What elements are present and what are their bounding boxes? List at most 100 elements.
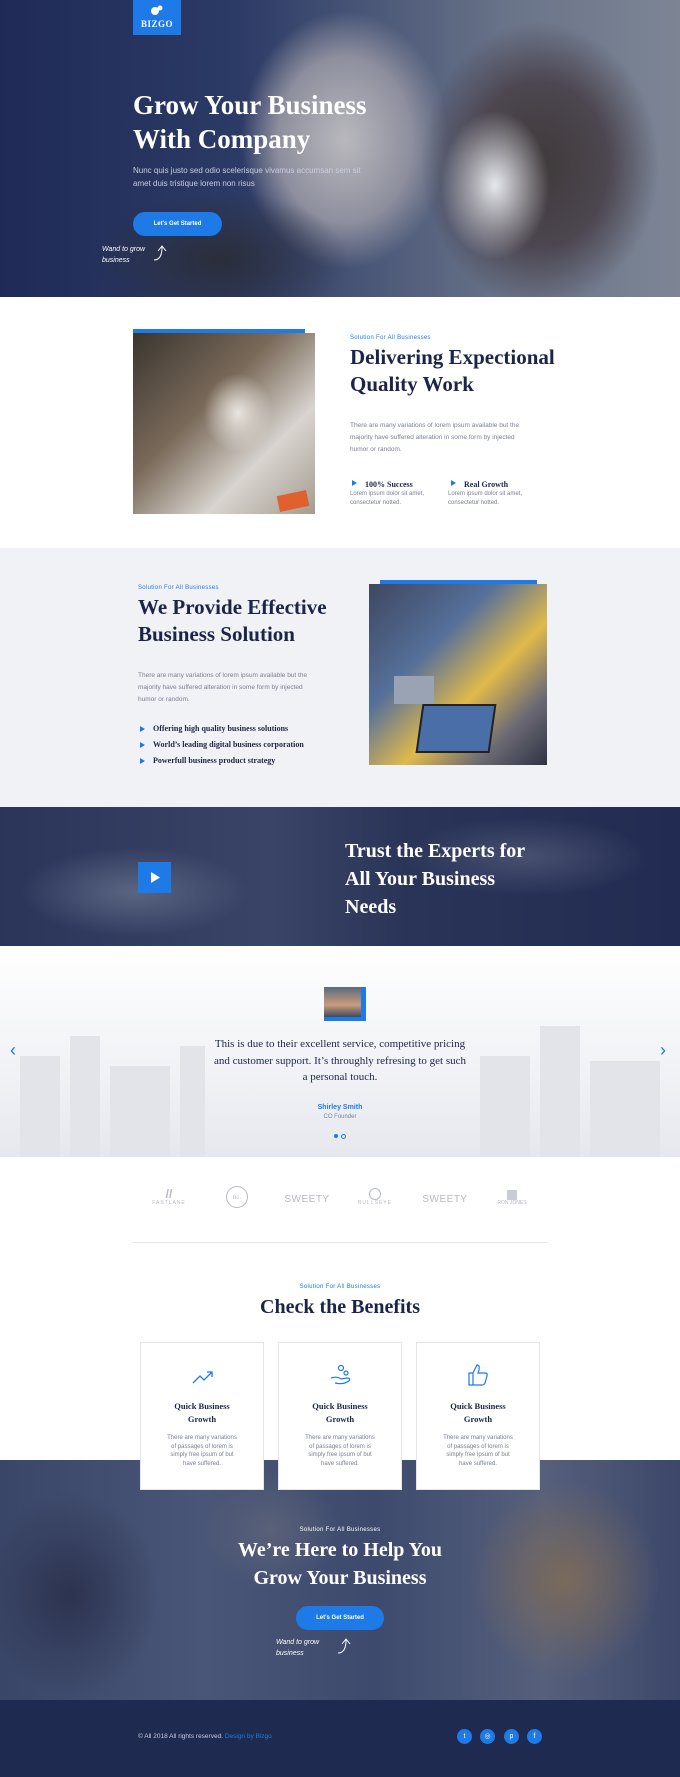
- card-text-line: have suffered.: [321, 1460, 359, 1467]
- card-text-line: of passages of lorem is: [447, 1443, 509, 1450]
- feature-title: 100% Success: [365, 480, 413, 489]
- benefit-card[interactable]: Quick Business Growth There are many vari…: [278, 1342, 402, 1490]
- card-text: There are many variations of passages of …: [297, 1434, 383, 1468]
- copyright-text: © All 2018 All rights reserved.: [138, 1733, 223, 1740]
- prev-testimonial-button[interactable]: ‹: [10, 1040, 16, 1061]
- feature-title: Real Growth: [464, 480, 509, 489]
- curved-arrow-icon: [153, 245, 167, 261]
- benefit-card[interactable]: Quick Business Growth There are many vari…: [140, 1342, 264, 1490]
- testimonial-name: Shirley Smith: [317, 1104, 363, 1111]
- card-title-line: Growth: [325, 1414, 355, 1424]
- card-text-line: There are many variations: [443, 1435, 513, 1441]
- cta-note-line: Wand to grow: [276, 1639, 320, 1646]
- hero-note-line: Wand to grow: [102, 246, 146, 253]
- brand-logo: RON JONES: [492, 1190, 532, 1206]
- brand-name: FASTLANE: [152, 1200, 186, 1206]
- hero-note-line: business: [102, 257, 130, 264]
- solution-title-line: We Provide Effective: [138, 595, 327, 619]
- twitter-icon[interactable]: t: [457, 1729, 472, 1744]
- feature-text: Lorem ipsum dolor sit amet, consectetur …: [350, 490, 424, 508]
- benefits-eyebrow: Solution For All Businesses: [299, 1284, 381, 1290]
- instagram-icon[interactable]: ◎: [480, 1729, 495, 1744]
- solution-paragraph: There are many variations of lorem ipsum…: [138, 670, 348, 706]
- list-item-label: Offering high quality business solutions: [153, 724, 289, 733]
- video-title-line: Trust the Experts for: [345, 840, 526, 862]
- solution-title-line: Business Solution: [138, 622, 295, 646]
- hero-title: Grow Your Business With Company: [133, 88, 393, 156]
- card-title: Quick Business Growth: [279, 1400, 401, 1426]
- cta-note: Wand to grow business: [276, 1637, 319, 1659]
- card-title-line: Quick Business: [312, 1401, 368, 1411]
- brand-name: nc.: [226, 1186, 248, 1208]
- cta-note-line: business: [276, 1650, 304, 1657]
- card-title: Quick Business Growth: [417, 1400, 539, 1426]
- card-text-line: simply free ipsum of but: [170, 1452, 234, 1458]
- hero-note: Wand to grow business: [102, 244, 145, 266]
- feature-text-line: Lorem ipsum dolor sit amet,: [448, 491, 523, 497]
- hero-title-line: Grow Your Business: [133, 90, 367, 120]
- footer: [0, 1700, 680, 1777]
- hero-subtitle-line: amet duis tristique lorem non risus: [133, 179, 255, 188]
- avatar: [324, 987, 361, 1017]
- pinterest-icon[interactable]: p: [504, 1729, 519, 1744]
- card-text-line: have suffered.: [183, 1460, 221, 1467]
- curved-arrow-icon: [337, 1638, 351, 1654]
- brand-logo: // FASTLANE: [144, 1188, 194, 1206]
- triangle-bullet-icon: [451, 479, 456, 486]
- card-title: Quick Business Growth: [141, 1400, 263, 1426]
- testimonial-quote: This is due to their excellent service, …: [150, 1036, 530, 1086]
- paragraph-line: majority have suffered alteration in som…: [138, 684, 303, 691]
- cta-title: We’re Here to Help You Grow Your Busines…: [180, 1536, 500, 1592]
- card-text-line: of passages of lorem is: [171, 1443, 233, 1450]
- cta-title-line: We’re Here to Help You: [237, 1539, 443, 1561]
- benefit-card[interactable]: Quick Business Growth There are many vari…: [416, 1342, 540, 1490]
- cta-get-started-button[interactable]: Let's Get Started: [296, 1606, 384, 1630]
- video-title-line: All Your Business: [345, 868, 496, 890]
- brand-logo: BULLSEYE: [355, 1188, 395, 1206]
- facebook-icon[interactable]: f: [527, 1729, 542, 1744]
- solution-eyebrow: Solution For All Businesses: [138, 585, 219, 591]
- thumbs-up-icon: [468, 1364, 488, 1386]
- card-text-line: There are many variations: [167, 1435, 237, 1441]
- paragraph-line: majority have suffered alteration in som…: [350, 434, 515, 441]
- team-photo: [133, 333, 315, 514]
- brand-logo: SWEETY: [422, 1194, 468, 1205]
- testimonial-role: CO Founder: [323, 1114, 357, 1120]
- list-item-label: Powerfull business product strategy: [153, 756, 276, 765]
- card-text: There are many variations of passages of …: [435, 1434, 521, 1468]
- play-video-button[interactable]: [138, 862, 171, 893]
- hero-subtitle-line: Nunc quis justo sed odio scelerisque viv…: [133, 166, 361, 175]
- card-text-line: simply free ipsum of but: [308, 1452, 372, 1458]
- quality-title-line: Quality Work: [350, 372, 474, 396]
- solution-list-item: World’s leading digital business corpora…: [140, 737, 304, 753]
- brand-name: RON JONES: [497, 1200, 527, 1206]
- feature-text-line: consectetur notted.: [448, 500, 500, 506]
- card-text: There are many variations of passages of …: [159, 1434, 245, 1468]
- divider: [133, 1242, 547, 1243]
- solution-list-item: Offering high quality business solutions: [140, 721, 288, 737]
- card-text-line: have suffered.: [459, 1460, 497, 1467]
- logo[interactable]: BIZGO: [133, 0, 181, 35]
- paragraph-line: humor or random.: [350, 446, 402, 453]
- card-text-line: of passages of lorem is: [309, 1443, 371, 1450]
- card-title-line: Growth: [463, 1414, 493, 1424]
- get-started-button[interactable]: Let's Get Started: [133, 212, 222, 236]
- credit-link[interactable]: Design by Bizgo: [225, 1733, 272, 1740]
- card-title-line: Quick Business: [174, 1401, 230, 1411]
- benefits-title: Check the Benefits: [260, 1296, 420, 1318]
- quality-title-line: Delivering Expectional: [350, 345, 555, 369]
- list-item-label: World’s leading digital business corpora…: [153, 740, 304, 749]
- paragraph-line: There are many variations of lorem ipsum…: [350, 422, 520, 429]
- triangle-bullet-icon: [140, 726, 145, 733]
- next-testimonial-button[interactable]: ›: [660, 1040, 666, 1061]
- cta-title-line: Grow Your Business: [253, 1567, 427, 1589]
- carousel-dot[interactable]: [341, 1134, 346, 1139]
- carousel-dot-active[interactable]: [334, 1134, 338, 1138]
- solution-title: We Provide Effective Business Solution: [138, 594, 368, 648]
- triangle-bullet-icon: [140, 758, 145, 765]
- video-section: [0, 807, 680, 946]
- hero-subtitle: Nunc quis justo sed odio scelerisque viv…: [133, 164, 373, 190]
- feature-text: Lorem ipsum dolor sit amet, consectetur …: [448, 490, 522, 508]
- video-title: Trust the Experts for All Your Business …: [345, 837, 575, 921]
- trend-up-icon: [192, 1371, 213, 1384]
